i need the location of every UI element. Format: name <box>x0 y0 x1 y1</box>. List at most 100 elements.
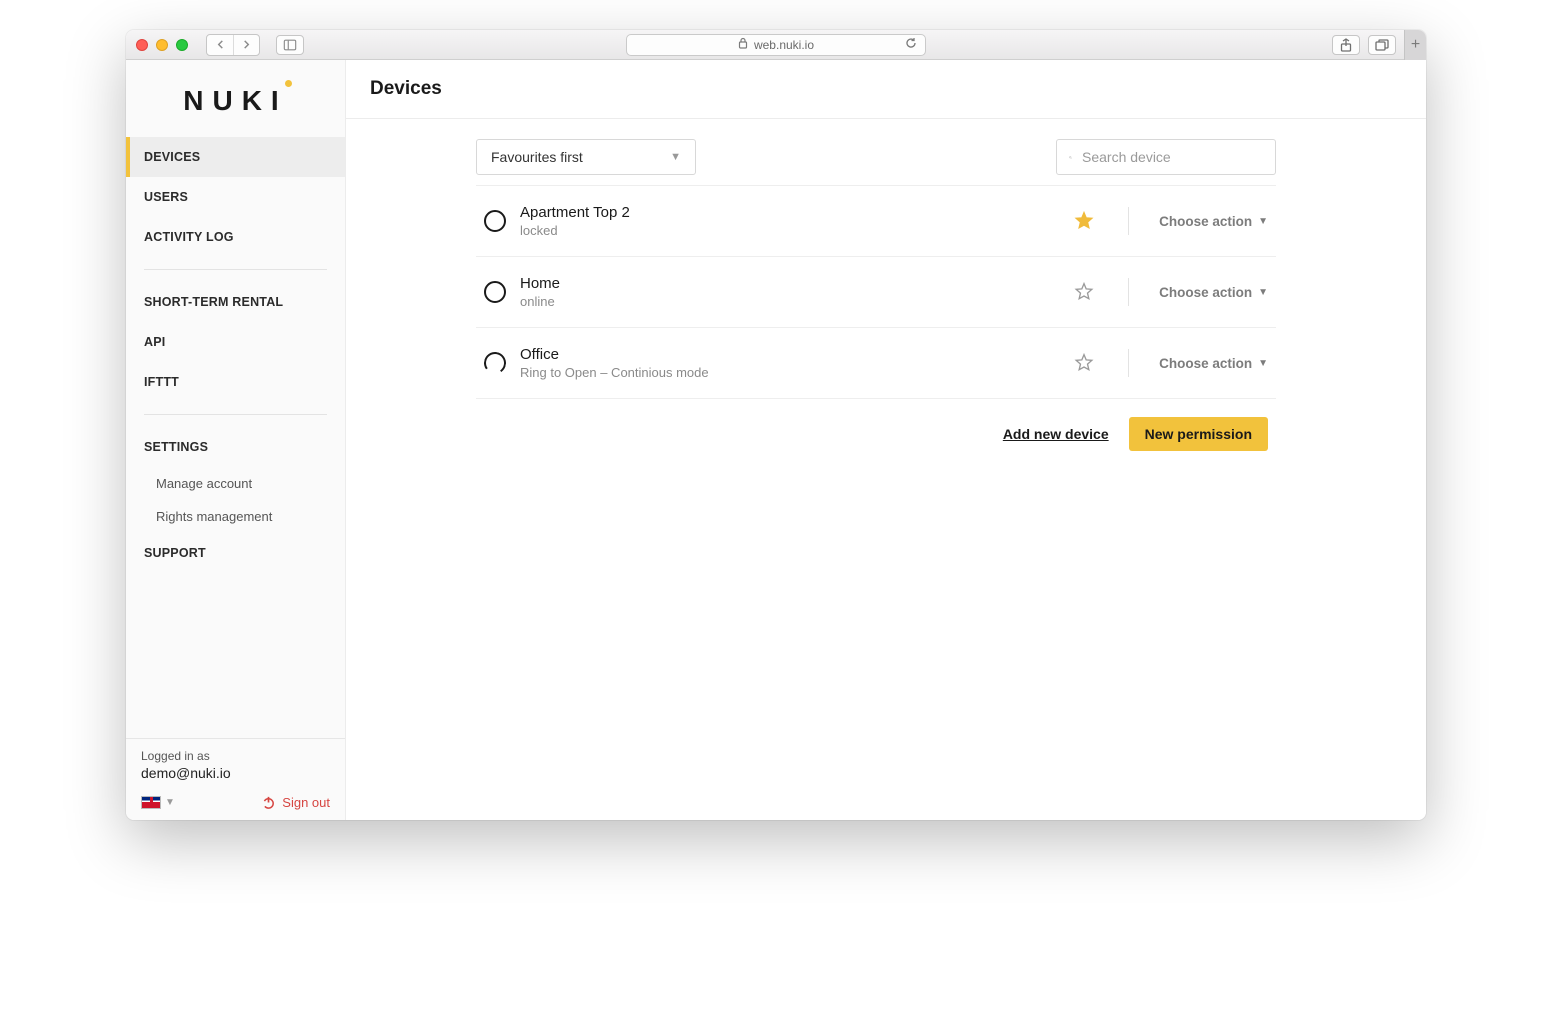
nav-settings-group: SETTINGS Manage account Rights managemen… <box>126 427 345 573</box>
sidebar-item-label: API <box>144 335 165 349</box>
flag-uk-icon <box>141 796 161 809</box>
window-controls <box>136 39 188 51</box>
device-info: Office Ring to Open – Continious mode <box>520 346 1060 380</box>
sidebar-item-ifttt[interactable]: IFTTT <box>126 362 345 402</box>
power-icon <box>261 795 276 810</box>
choose-action-label: Choose action <box>1159 214 1252 229</box>
search-icon <box>1069 149 1072 166</box>
lock-icon <box>738 37 748 52</box>
device-row[interactable]: Office Ring to Open – Continious mode Ch… <box>476 328 1276 399</box>
new-tab-button[interactable]: + <box>1404 30 1426 60</box>
browser-chrome: web.nuki.io + <box>126 30 1426 60</box>
nav-primary: DEVICES USERS ACTIVITY LOG <box>126 137 345 257</box>
add-device-label: Add new device <box>1003 426 1109 442</box>
chevron-down-icon: ▼ <box>670 151 681 163</box>
device-name: Office <box>520 346 1060 363</box>
sidebar-item-settings[interactable]: SETTINGS <box>126 427 345 467</box>
reload-icon[interactable] <box>905 37 917 52</box>
browser-sidebar-toggle[interactable] <box>276 35 304 55</box>
sort-label: Favourites first <box>491 149 583 165</box>
choose-action-dropdown[interactable]: Choose action ▼ <box>1159 214 1268 229</box>
divider <box>144 414 327 415</box>
device-row[interactable]: Apartment Top 2 locked Choose action ▼ <box>476 186 1276 257</box>
sidebar: NUKI DEVICES USERS ACTIVITY LOG SHORT-TE… <box>126 60 346 820</box>
favourite-toggle[interactable] <box>1074 211 1094 231</box>
minimize-window-icon[interactable] <box>156 39 168 51</box>
device-list: Apartment Top 2 locked Choose action ▼ <box>476 185 1276 399</box>
new-permission-button[interactable]: New permission <box>1129 417 1268 451</box>
logo-dot-icon <box>285 80 292 87</box>
sidebar-item-users[interactable]: USERS <box>126 177 345 217</box>
url-text: web.nuki.io <box>754 38 814 52</box>
lock-ring-icon <box>484 210 506 232</box>
device-status: Ring to Open – Continious mode <box>520 365 1060 380</box>
choose-action-label: Choose action <box>1159 285 1252 300</box>
sidebar-item-activity-log[interactable]: ACTIVITY LOG <box>126 217 345 257</box>
forward-button[interactable] <box>233 35 259 55</box>
sidebar-item-label: ACTIVITY LOG <box>144 230 234 244</box>
device-name: Apartment Top 2 <box>520 204 1060 221</box>
toolbar: Favourites first ▼ <box>476 139 1276 175</box>
sidebar-item-label: IFTTT <box>144 375 179 389</box>
browser-window: web.nuki.io + NUKI DEVICES USERS ACTI <box>126 30 1426 820</box>
url-bar[interactable]: web.nuki.io <box>626 34 926 56</box>
sort-dropdown[interactable]: Favourites first ▼ <box>476 139 696 175</box>
device-status: locked <box>520 223 1060 238</box>
star-icon <box>1074 282 1094 302</box>
logged-in-label: Logged in as <box>141 749 330 763</box>
sidebar-item-label: SETTINGS <box>144 440 208 454</box>
back-button[interactable] <box>207 35 233 55</box>
add-device-link[interactable]: Add new device <box>1003 426 1109 442</box>
chevron-down-icon: ▼ <box>1258 287 1268 298</box>
chevron-down-icon: ▼ <box>1258 216 1268 227</box>
sign-out-label: Sign out <box>282 795 330 810</box>
sign-out-button[interactable]: Sign out <box>261 795 330 810</box>
logo-text: NUKI <box>183 85 287 116</box>
sidebar-item-short-term-rental[interactable]: SHORT-TERM RENTAL <box>126 282 345 322</box>
logo: NUKI <box>126 60 345 137</box>
language-selector[interactable]: ▼ <box>141 796 175 809</box>
sidebar-item-label: Rights management <box>156 509 272 524</box>
nav-secondary: SHORT-TERM RENTAL API IFTTT <box>126 282 345 402</box>
sidebar-item-rights-management[interactable]: Rights management <box>126 500 345 533</box>
choose-action-label: Choose action <box>1159 356 1252 371</box>
lock-ring-open-icon <box>482 350 507 375</box>
search-input[interactable] <box>1082 149 1263 165</box>
maximize-window-icon[interactable] <box>176 39 188 51</box>
search-box[interactable] <box>1056 139 1276 175</box>
sidebar-item-label: Manage account <box>156 476 252 491</box>
tabs-button[interactable] <box>1368 35 1396 55</box>
chrome-right: + <box>1332 30 1416 60</box>
lock-ring-icon <box>484 281 506 303</box>
device-status: online <box>520 294 1060 309</box>
choose-action-dropdown[interactable]: Choose action ▼ <box>1159 285 1268 300</box>
sidebar-item-support[interactable]: SUPPORT <box>126 533 345 573</box>
app: NUKI DEVICES USERS ACTIVITY LOG SHORT-TE… <box>126 60 1426 820</box>
sidebar-item-api[interactable]: API <box>126 322 345 362</box>
star-icon <box>1074 353 1094 373</box>
sidebar-item-label: SUPPORT <box>144 546 206 560</box>
content: Favourites first ▼ Apartment Top 2 <box>476 119 1276 471</box>
chevron-down-icon: ▼ <box>1258 358 1268 369</box>
sidebar-item-devices[interactable]: DEVICES <box>126 137 345 177</box>
sidebar-footer: Logged in as demo@nuki.io ▼ Sign out <box>126 738 345 820</box>
sidebar-item-label: SHORT-TERM RENTAL <box>144 295 283 309</box>
nav-buttons <box>206 34 260 56</box>
divider <box>1128 278 1129 306</box>
choose-action-dropdown[interactable]: Choose action ▼ <box>1159 356 1268 371</box>
sidebar-item-manage-account[interactable]: Manage account <box>126 467 345 500</box>
favourite-toggle[interactable] <box>1074 353 1094 373</box>
page-title: Devices <box>370 78 1402 100</box>
device-info: Home online <box>520 275 1060 309</box>
chevron-down-icon: ▼ <box>165 797 175 808</box>
page-header: Devices <box>346 60 1426 119</box>
close-window-icon[interactable] <box>136 39 148 51</box>
device-info: Apartment Top 2 locked <box>520 204 1060 238</box>
actions-row: Add new device New permission <box>476 399 1276 451</box>
share-button[interactable] <box>1332 35 1360 55</box>
divider <box>1128 349 1129 377</box>
divider <box>1128 207 1129 235</box>
device-row[interactable]: Home online Choose action ▼ <box>476 257 1276 328</box>
main: Devices Favourites first ▼ <box>346 60 1426 820</box>
favourite-toggle[interactable] <box>1074 282 1094 302</box>
